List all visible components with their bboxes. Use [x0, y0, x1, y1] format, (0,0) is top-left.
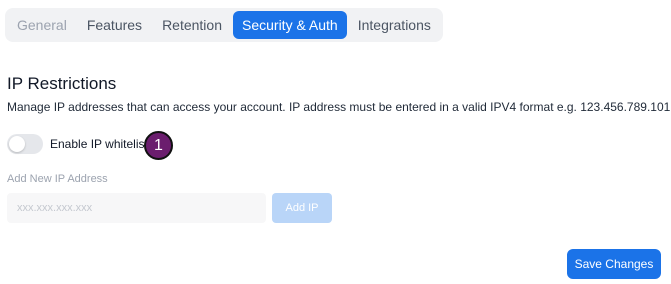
tab-security-auth[interactable]: Security & Auth [233, 11, 347, 39]
step-marker-badge: 1 [144, 131, 173, 160]
tab-integrations[interactable]: Integrations [349, 11, 440, 39]
ip-whitelist-toggle-row: Enable IP whitelist [7, 134, 148, 154]
ip-address-input[interactable] [7, 193, 266, 223]
ip-whitelist-toggle[interactable] [7, 134, 43, 154]
toggle-knob [9, 136, 25, 152]
section-title: IP Restrictions [7, 74, 117, 93]
save-changes-button[interactable]: Save Changes [567, 249, 661, 279]
section-description: Manage IP addresses that can access your… [7, 100, 671, 114]
tab-retention[interactable]: Retention [153, 11, 231, 39]
add-ip-label: Add New IP Address [7, 173, 108, 185]
tab-general[interactable]: General [8, 11, 76, 39]
settings-page: General Features Retention Security & Au… [0, 0, 671, 284]
tab-features[interactable]: Features [78, 11, 151, 39]
add-ip-button[interactable]: Add IP [272, 193, 332, 223]
settings-tabs: General Features Retention Security & Au… [5, 8, 443, 42]
ip-whitelist-label: Enable IP whitelist [50, 137, 148, 151]
